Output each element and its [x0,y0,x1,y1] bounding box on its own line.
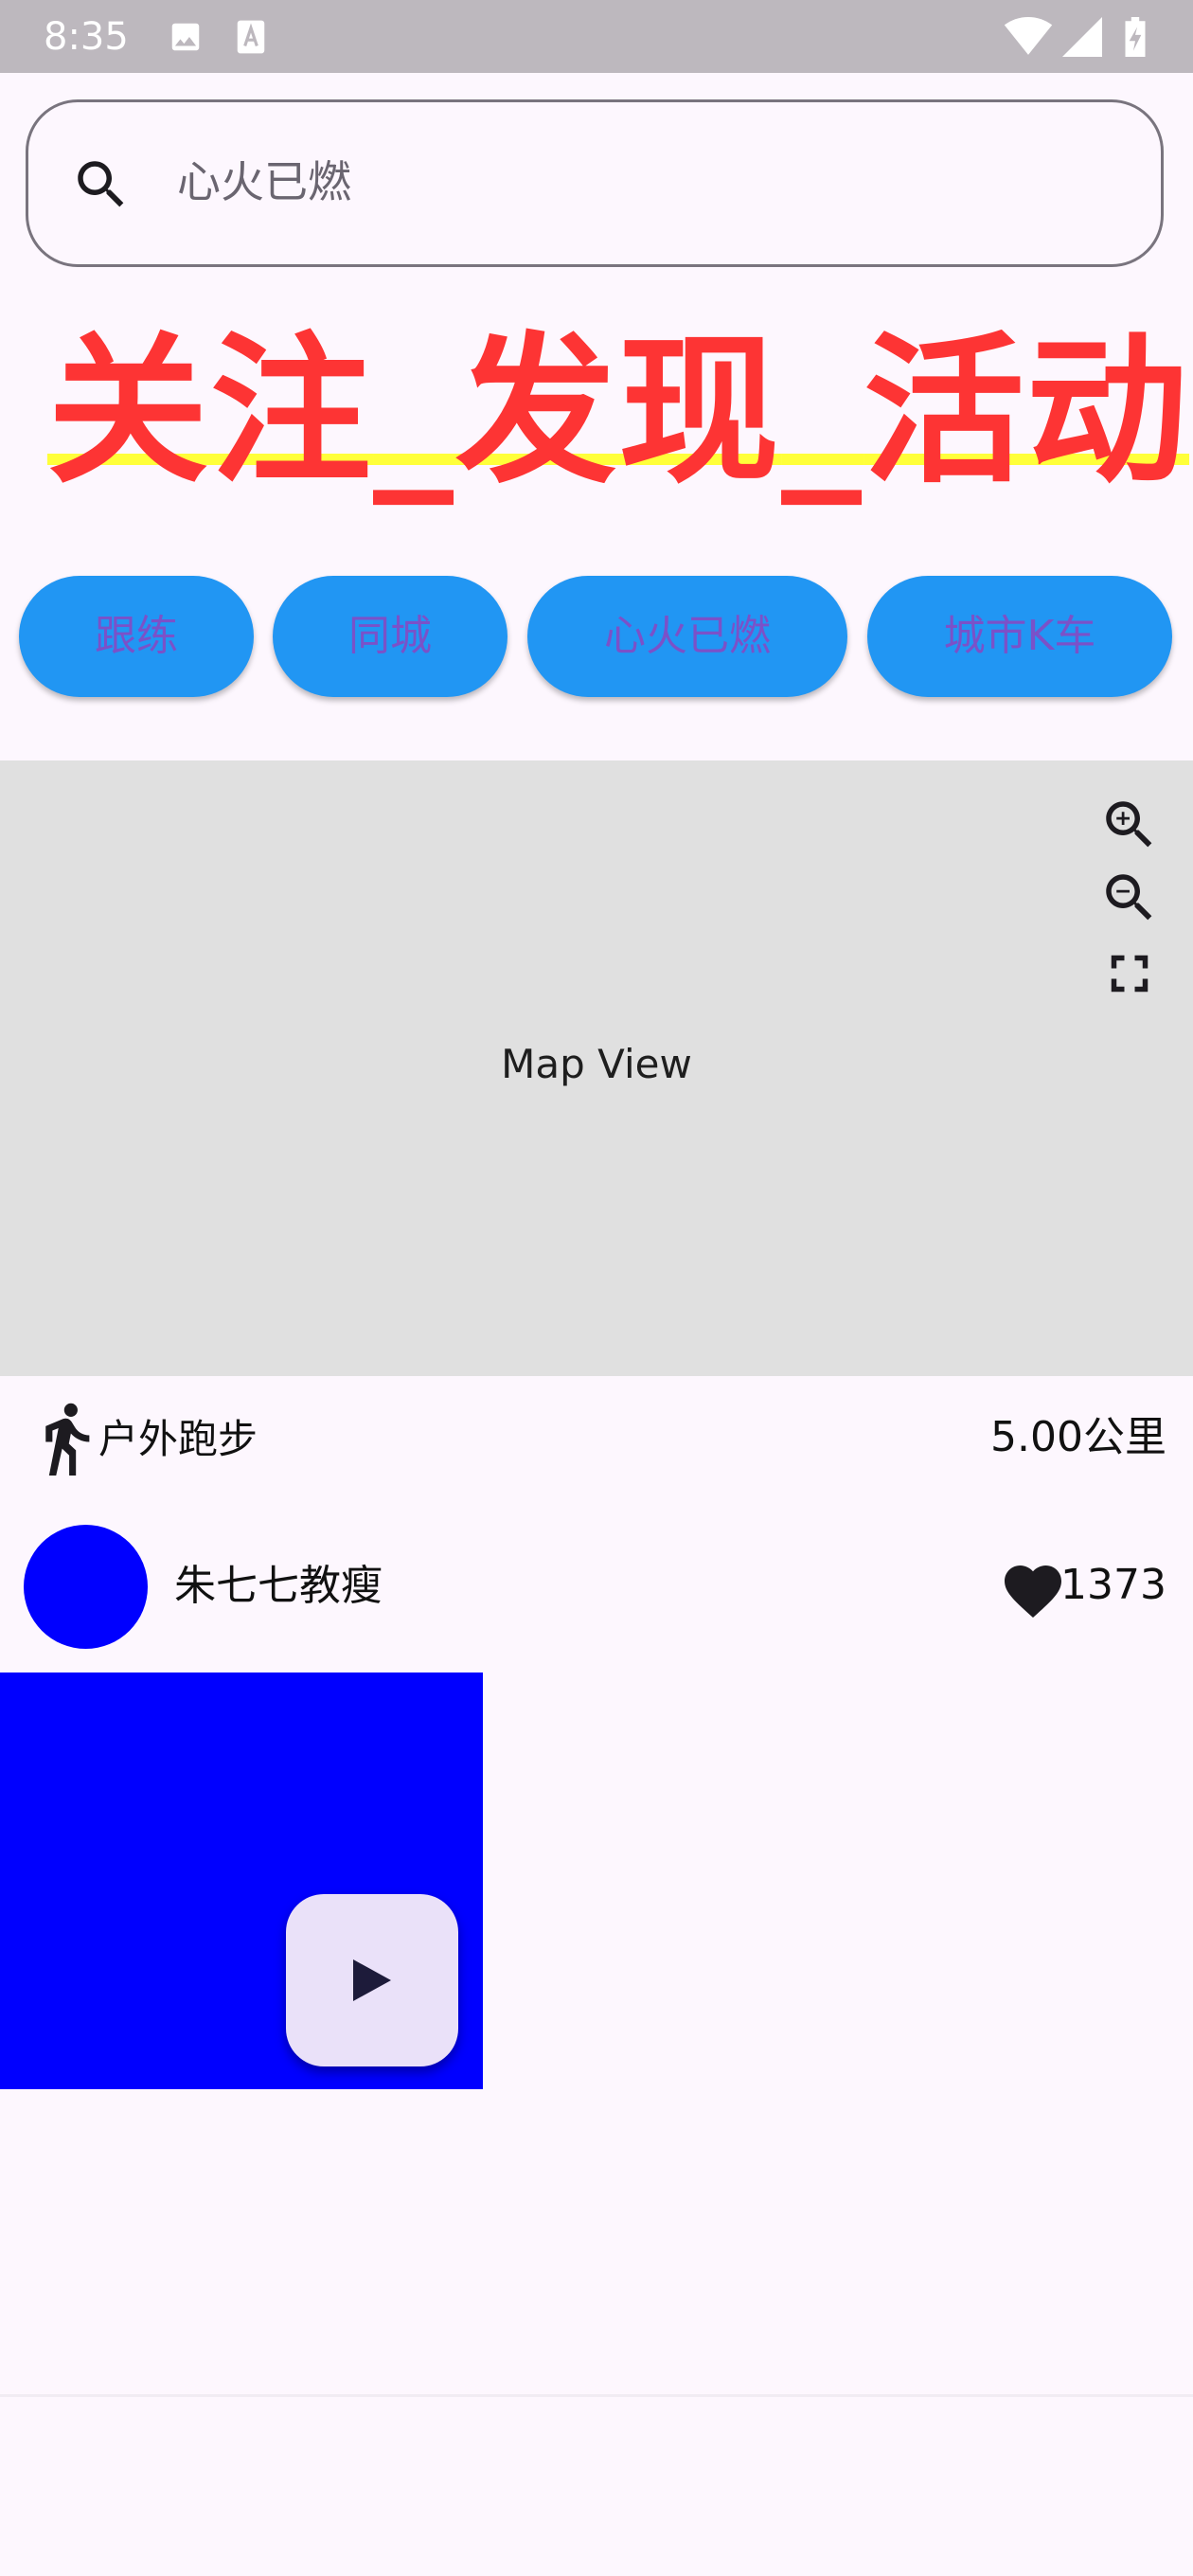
divider [0,2394,1193,2397]
battery-charging-icon [1125,17,1146,57]
signal-icon [1062,17,1102,57]
status-time: 8:35 [44,15,129,59]
wifi-icon [1004,17,1053,55]
chip-heart-fire[interactable]: 心火已燃 [527,576,847,697]
avatar[interactable] [24,1525,148,1649]
tab-separator: _ [373,318,456,506]
zoom-out-icon[interactable] [1098,867,1161,929]
post-media[interactable] [0,1673,483,2089]
fullscreen-icon[interactable] [1098,942,1161,1005]
zoom-in-icon[interactable] [1098,794,1161,856]
search-placeholder: 心火已燃 [177,156,351,207]
walking-person-icon [45,1403,90,1476]
tab-separator: _ [781,318,864,506]
chip-same-city[interactable]: 同城 [273,576,507,697]
tab-discover[interactable]: 发现 [455,318,781,506]
headline-tabs: 关注_发现_活动 [47,322,1189,502]
like-count: 1373 [1060,1561,1166,1609]
activity-distance: 5.00公里 [990,1413,1166,1461]
text-a-icon [237,20,265,54]
chip-city-k-car[interactable]: 城市K车 [867,576,1172,697]
play-icon [353,1959,391,2001]
image-icon [171,23,200,51]
search-icon [78,161,124,207]
map-label: Map View [501,1041,692,1087]
chip-follow-training[interactable]: 跟练 [19,576,254,697]
tab-activity[interactable]: 活动 [864,318,1189,506]
heart-icon[interactable] [999,1557,1067,1619]
search-input[interactable]: 心火已燃 [26,99,1164,267]
author-name[interactable]: 朱七七教瘦 [174,1558,383,1615]
activity-name: 户外跑步 [98,1416,258,1462]
tab-follow[interactable]: 关注 [47,318,373,506]
map-view[interactable]: Map View [0,760,1193,1376]
play-button[interactable] [286,1894,458,2066]
status-bar: 8:35 [0,0,1193,73]
